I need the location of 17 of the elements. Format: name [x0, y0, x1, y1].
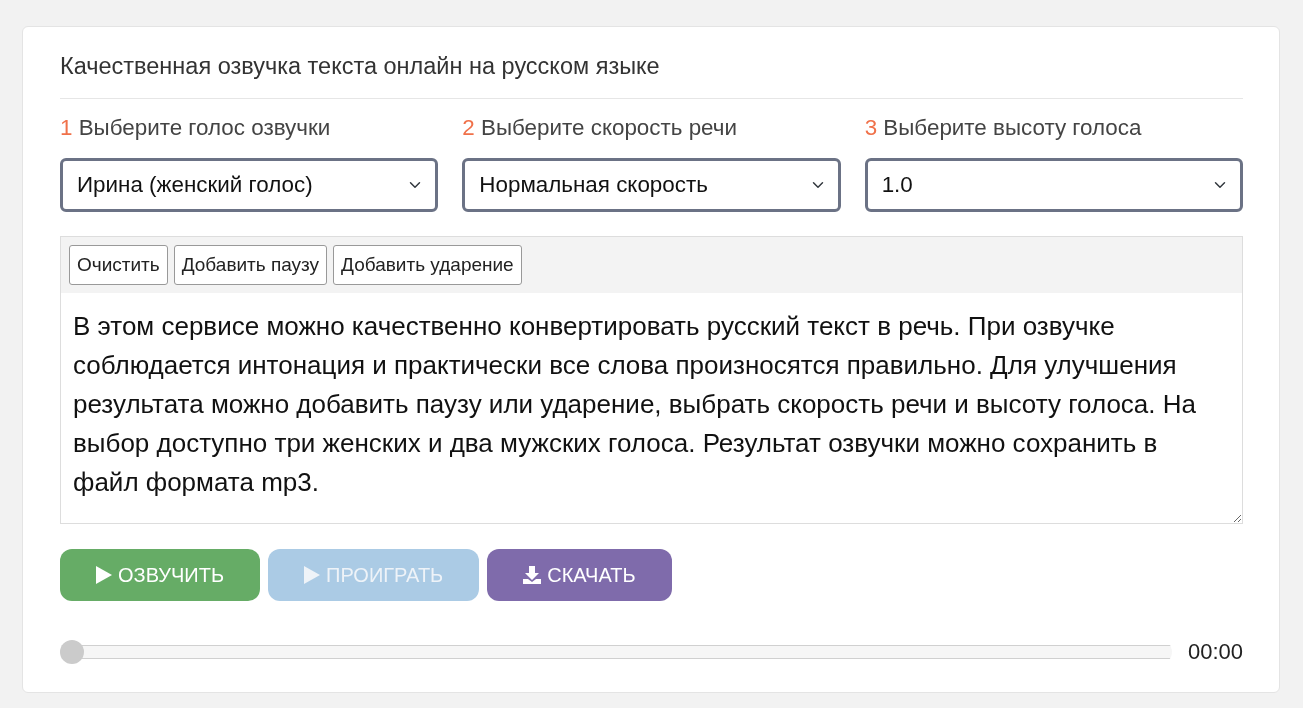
toolbar-button[interactable]: Добавить паузу [173, 244, 328, 286]
time-label: 00:00 [1187, 638, 1243, 667]
download-button[interactable]: СКАЧАТЬ [487, 549, 672, 602]
dropdown[interactable]: Ирина (женский голос) [60, 157, 439, 212]
setting-label: 2 Выберите скорость речи [462, 114, 738, 143]
dropdown[interactable]: Нормальная скорость [462, 157, 841, 212]
play-icon [304, 566, 321, 585]
text-input-field[interactable]: В этом сервисе можно качественно конвертировать русский текст в речь. При озвучке соблюдается интонация и практически все слова произносятся правильно. Для улучшения результата можно добавить паузу или ударение, выбрать скорость речи и высоту голоса. На выбор доступно три женских и два мужских голоса. Результат озвучки можно сохранить в файл формата mp3. [61, 293, 1242, 524]
toolbar-button[interactable]: Добавить ударение [333, 244, 522, 286]
download-icon [523, 566, 542, 585]
toolbar-button[interactable]: Очистить [69, 244, 168, 286]
progress-thumb[interactable] [60, 639, 84, 664]
play-icon [96, 566, 112, 585]
dropdown[interactable]: 1.0 [864, 157, 1243, 212]
page-title: Качественная озвучка текста онлайн на русском языке [60, 49, 1243, 100]
setting-label: 3 Выберите высоту голоса [864, 114, 1143, 143]
setting-label: 1 Выберите голос озвучки [60, 114, 332, 143]
